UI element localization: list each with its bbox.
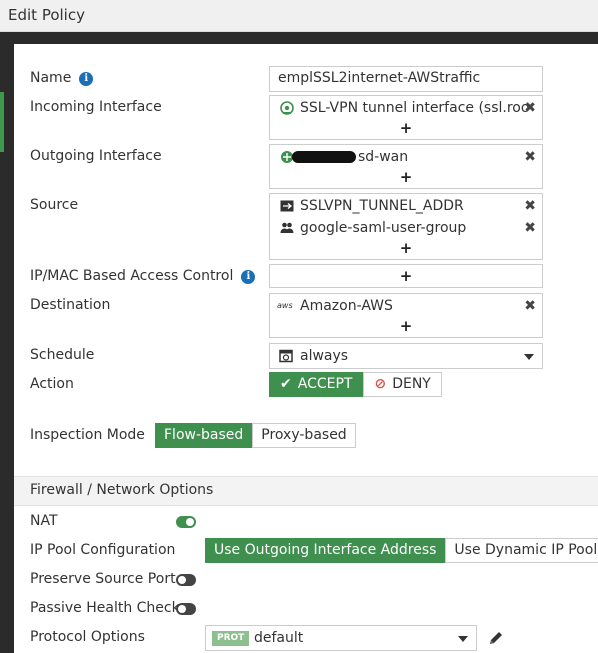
accept-button[interactable]: ✔ ACCEPT	[269, 372, 364, 397]
toggle-knob	[186, 518, 194, 526]
nat-label: NAT	[30, 513, 58, 529]
schedule-select[interactable]: always	[269, 343, 543, 369]
incoming-interface-entry-text: SSL-VPN tunnel interface (ssl.roo	[300, 100, 530, 116]
destination-label: Destination	[30, 297, 111, 313]
firewall-network-options-header: Firewall / Network Options	[14, 476, 598, 506]
add-incoming-interface-button[interactable]: +	[270, 119, 542, 139]
policy-form: Name i emplSSL2internet-AWStraffic Incomi…	[14, 44, 598, 653]
source-entry-text: google-saml-user-group	[300, 220, 467, 236]
prot-badge: PROT	[212, 631, 250, 646]
section-title: Firewall / Network Options	[30, 482, 214, 498]
toggle-knob	[178, 605, 186, 613]
info-icon[interactable]: i	[241, 270, 256, 284]
name-input[interactable]: emplSSL2internet-AWStraffic	[269, 66, 543, 92]
add-ip-mac-button[interactable]: +	[270, 265, 542, 287]
protocol-options-label: Protocol Options	[30, 629, 145, 645]
schedule-label: Schedule	[30, 347, 95, 363]
deny-button[interactable]: ⊘ DENY	[363, 372, 442, 397]
outgoing-interface-entry: sd-wan ✖	[270, 146, 542, 168]
source-field[interactable]: SSLVPN_TUNNEL_ADDR ✖ google-saml-user-gr…	[269, 193, 543, 260]
schedule-value: always	[300, 348, 349, 364]
remove-entry-button[interactable]: ✖	[524, 146, 536, 168]
deny-icon: ⊘	[374, 376, 387, 392]
use-dynamic-ip-pool-button[interactable]: Use Dynamic IP Pool	[445, 538, 598, 563]
use-outgoing-interface-address-button[interactable]: Use Outgoing Interface Address	[205, 538, 446, 563]
ip-mac-row-label: IP/MAC Based Access Control i	[30, 268, 256, 284]
inspection-mode-label: Inspection Mode	[30, 427, 145, 443]
outgoing-interface-field[interactable]: sd-wan ✖ +	[269, 144, 543, 189]
ip-pool-toggle: Use Outgoing Interface Address Use Dynam…	[205, 538, 598, 563]
source-entry-text: SSLVPN_TUNNEL_ADDR	[300, 198, 464, 214]
remove-entry-button[interactable]: ✖	[524, 217, 536, 239]
inspection-mode-toggle: Flow-based Proxy-based	[155, 423, 356, 448]
preserve-source-port-toggle[interactable]	[176, 574, 196, 586]
ip-mac-label: IP/MAC Based Access Control	[30, 268, 234, 284]
dialog-header: Edit Policy	[0, 0, 598, 32]
destination-entry-text: Amazon-AWS	[300, 298, 393, 314]
action-toggle-group: ✔ ACCEPT ⊘ DENY	[269, 372, 442, 397]
protocol-options-select[interactable]: PROT default	[205, 625, 477, 651]
name-row-label: Name i	[30, 70, 94, 86]
flow-based-button[interactable]: Flow-based	[155, 423, 253, 448]
sidebar-active-marker	[0, 92, 4, 152]
ip-pool-label: IP Pool Configuration	[30, 542, 176, 558]
user-group-icon	[280, 222, 294, 233]
passive-health-check-toggle[interactable]	[176, 603, 196, 615]
protocol-options-value: default	[254, 630, 304, 646]
chevron-down-icon	[458, 636, 468, 642]
add-destination-button[interactable]: +	[270, 317, 542, 337]
aws-icon: aws	[277, 301, 293, 310]
outgoing-interface-entry-text: sd-wan	[358, 149, 409, 165]
check-icon: ✔	[280, 376, 292, 392]
add-source-button[interactable]: +	[270, 239, 542, 259]
add-outgoing-interface-button[interactable]: +	[270, 168, 542, 188]
outgoing-interface-label: Outgoing Interface	[30, 148, 162, 164]
passive-health-check-label: Passive Health Check	[30, 600, 180, 616]
remove-entry-button[interactable]: ✖	[524, 195, 536, 217]
calendar-clock-icon	[279, 349, 293, 363]
destination-field[interactable]: aws Amazon-AWS ✖ +	[269, 293, 543, 338]
remove-entry-button[interactable]: ✖	[524, 97, 536, 119]
address-icon	[280, 200, 294, 212]
proxy-based-button[interactable]: Proxy-based	[252, 423, 356, 448]
tunnel-icon	[280, 101, 294, 115]
accept-label: ACCEPT	[297, 376, 353, 392]
remove-entry-button[interactable]: ✖	[524, 295, 536, 317]
action-label: Action	[30, 376, 74, 392]
toggle-knob	[178, 576, 186, 584]
name-label: Name	[30, 70, 72, 86]
dialog-title: Edit Policy	[8, 6, 85, 24]
destination-entry: aws Amazon-AWS ✖	[270, 295, 542, 317]
source-entry: SSLVPN_TUNNEL_ADDR ✖	[270, 195, 542, 217]
info-icon[interactable]: i	[79, 72, 94, 86]
incoming-interface-entry: SSL-VPN tunnel interface (ssl.roo ✖	[270, 97, 542, 119]
background-sidebar	[0, 32, 14, 653]
incoming-interface-field[interactable]: SSL-VPN tunnel interface (ssl.roo ✖ +	[269, 95, 543, 140]
source-entry: google-saml-user-group ✖	[270, 217, 542, 239]
preserve-source-port-label: Preserve Source Port	[30, 571, 176, 587]
ip-mac-access-control-field[interactable]: +	[269, 264, 543, 288]
redaction-mark	[292, 151, 356, 163]
source-label: Source	[30, 197, 79, 213]
nat-toggle[interactable]	[176, 516, 196, 528]
chevron-down-icon	[524, 354, 534, 360]
incoming-interface-label: Incoming Interface	[30, 99, 162, 115]
pencil-icon[interactable]	[488, 630, 504, 646]
deny-label: DENY	[392, 376, 431, 392]
